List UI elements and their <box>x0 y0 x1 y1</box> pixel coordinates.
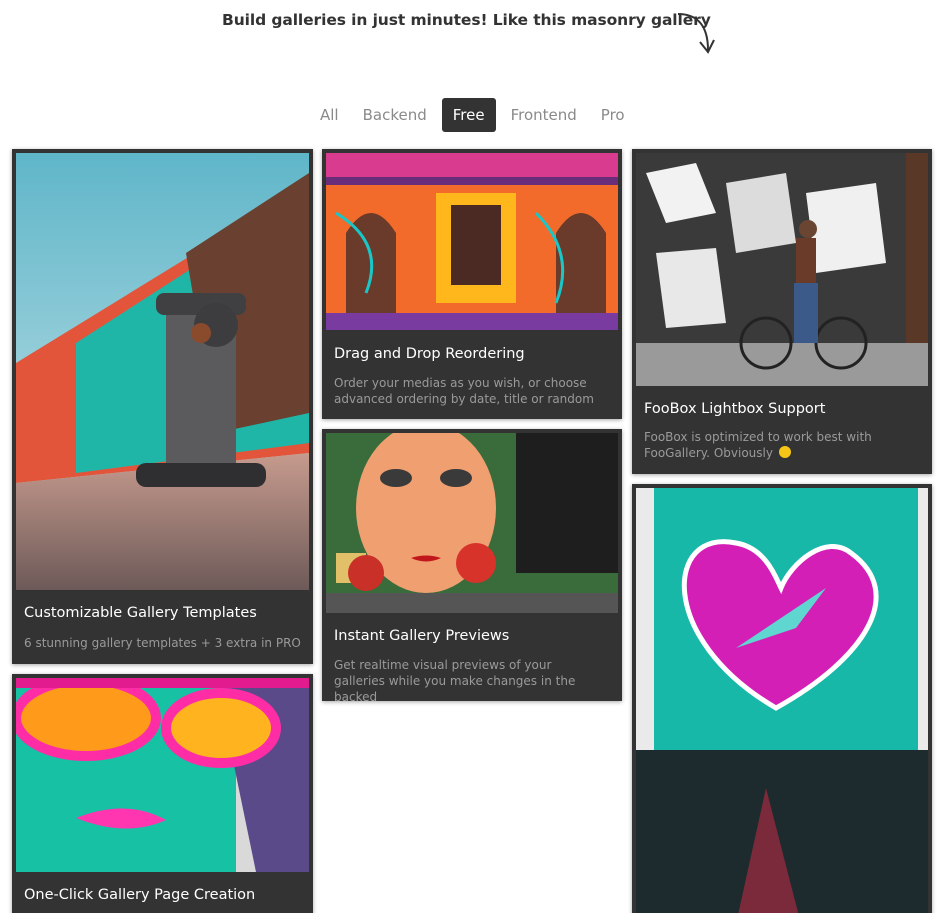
filter-bar: All Backend Free Frontend Pro <box>311 98 634 132</box>
gallery-item[interactable]: Drag and Drop Reordering Order your medi… <box>322 149 622 419</box>
item-title: Drag and Drop Reordering <box>334 346 525 362</box>
gallery-item[interactable] <box>632 484 932 913</box>
gallery-item[interactable]: FooBox Lightbox Support FooBox is optimi… <box>632 149 932 474</box>
gallery-item[interactable]: Customizable Gallery Templates 6 stunnin… <box>12 149 313 664</box>
gallery-item[interactable]: Instant Gallery Previews Get realtime vi… <box>322 429 622 701</box>
filter-pro[interactable]: Pro <box>592 98 634 132</box>
item-description: Get realtime visual previews of your gal… <box>334 658 576 701</box>
filter-frontend[interactable]: Frontend <box>502 98 586 132</box>
item-description: Order your medias as you wish, or choose… <box>334 376 594 406</box>
item-title: One-Click Gallery Page Creation <box>24 887 256 903</box>
item-description: 6 stunning gallery templates + 3 extra i… <box>24 636 301 650</box>
curved-arrow-icon <box>677 13 715 54</box>
headline: Build galleries in just minutes! Like th… <box>222 11 711 29</box>
colorful-facade-photo[interactable] <box>326 153 618 330</box>
filter-free[interactable]: Free <box>441 98 496 132</box>
item-description: FooBox is optimized to work best with Fo… <box>644 429 906 461</box>
fire-hydrant-graffiti-photo[interactable] <box>16 153 309 590</box>
gallery-page: Build galleries in just minutes! Like th… <box>0 0 949 913</box>
mosaic-face-mural-photo[interactable] <box>326 433 618 613</box>
smiley-icon <box>778 446 791 458</box>
filter-all[interactable]: All <box>311 98 348 132</box>
sunglasses-woman-mural-photo[interactable] <box>16 678 309 872</box>
bicycle-graffiti-wall-photo[interactable] <box>636 153 928 386</box>
item-description-text: FooBox is optimized to work best with Fo… <box>644 430 872 460</box>
filter-backend[interactable]: Backend <box>354 98 436 132</box>
item-title: FooBox Lightbox Support <box>644 401 826 417</box>
item-title: Customizable Gallery Templates <box>24 605 257 621</box>
pink-heart-bird-mural-photo[interactable] <box>636 488 928 913</box>
gallery-item[interactable]: One-Click Gallery Page Creation <box>12 674 313 913</box>
item-title: Instant Gallery Previews <box>334 628 510 644</box>
